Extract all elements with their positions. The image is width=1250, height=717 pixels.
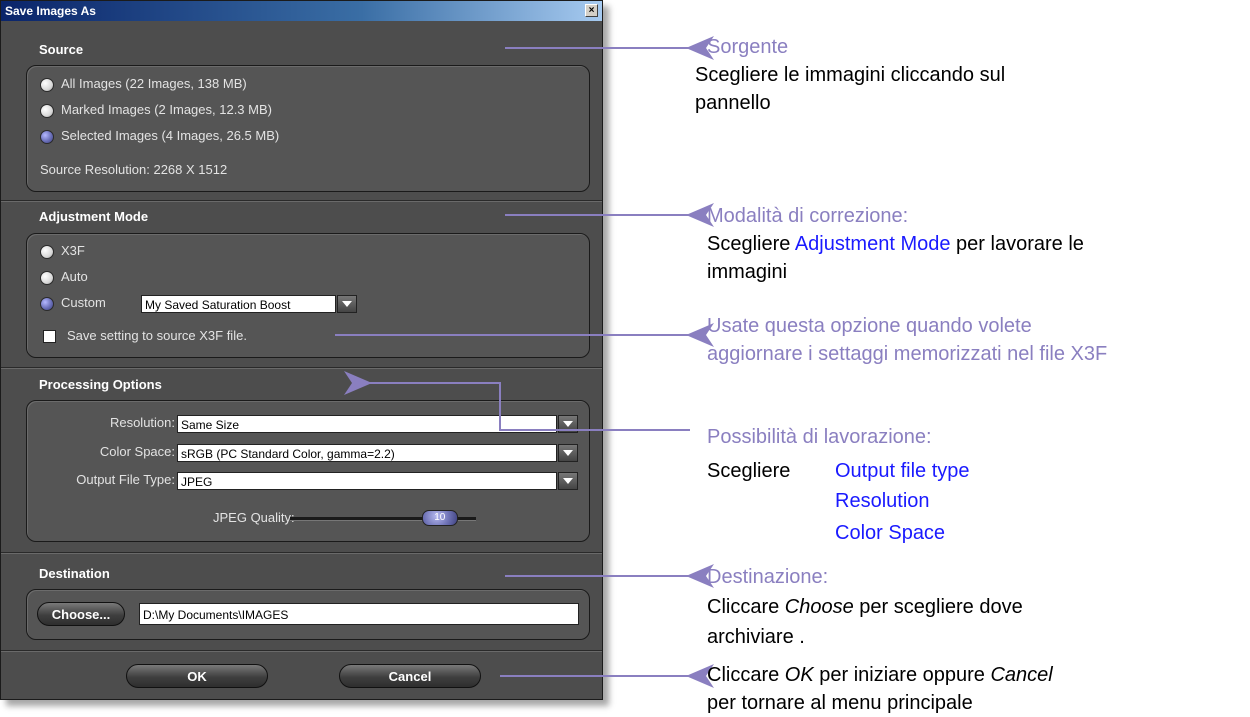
- text: Choose: [784, 596, 854, 618]
- annotation-buttons-line2: per tornare al menu principale: [707, 692, 973, 714]
- text: Cliccare: [707, 596, 785, 618]
- annotation-buttons-line1: Cliccare OK per iniziare oppure Cancel: [707, 664, 1053, 687]
- text: Cliccare: [707, 664, 785, 686]
- text: per lavorare le: [950, 233, 1084, 255]
- annotation-adjustment-line1: Scegliere Adjustment Mode per lavorare l…: [707, 233, 1084, 256]
- annotation-adjustment-title: Modalità di correzione:: [707, 205, 909, 227]
- annotation-processing-title: Possibilità di lavorazione:: [707, 426, 932, 448]
- text: Cancel: [990, 664, 1053, 686]
- annotation-save-line1: Usate questa opzione quando volete: [707, 315, 1032, 337]
- annotation-destination-title: Destinazione:: [707, 566, 829, 588]
- annotation-link-color-space: Color Space: [835, 522, 946, 544]
- annotation-source-line1: Scegliere le immagini cliccando sul: [695, 64, 1006, 86]
- text: OK: [784, 664, 814, 686]
- annotation-adjustment-line2: immagini: [707, 261, 788, 283]
- arrow-processing: [344, 371, 690, 431]
- annotation-save-line2: aggiornare i settaggi memorizzati nel fi…: [707, 343, 1108, 365]
- annotation-link-output-file-type: Output file type: [835, 460, 970, 482]
- text: per scegliere dove: [853, 596, 1023, 618]
- text: per iniziare oppure: [813, 664, 991, 686]
- annotation-source-title: Sorgente: [707, 36, 789, 58]
- link-adjustment-mode: Adjustment Mode: [794, 233, 951, 255]
- annotation-source-line2: pannello: [695, 92, 771, 114]
- annotation-link-resolution: Resolution: [835, 490, 930, 512]
- annotation-processing-lead: Scegliere: [707, 460, 791, 482]
- annotation-destination-line1: Cliccare Choose per scegliere dove: [707, 596, 1023, 619]
- text: Scegliere: [707, 233, 795, 255]
- annotation-destination-line2: archiviare .: [707, 626, 805, 648]
